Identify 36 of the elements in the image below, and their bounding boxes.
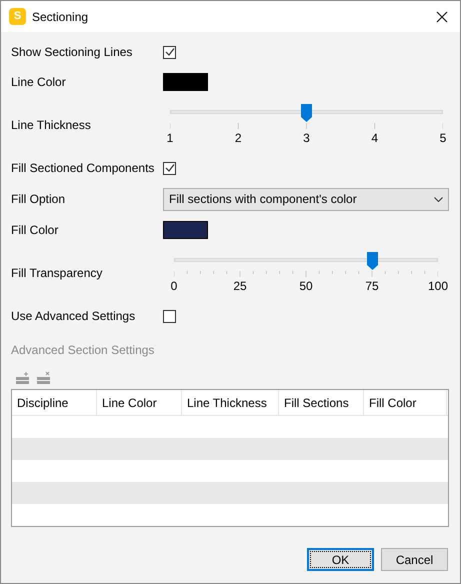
delete-row-icon[interactable] [36, 371, 52, 385]
window-title: Sectioning [32, 8, 88, 26]
setting-label: Fill Color [11, 222, 60, 239]
chevron-down-icon [434, 196, 443, 202]
setting-label: Use Advanced Settings [11, 308, 136, 325]
color-swatch[interactable] [163, 73, 208, 91]
fill-option-dropdown[interactable]: Fill sections with component's color [163, 188, 449, 210]
slider-thumb[interactable] [366, 252, 378, 270]
app-icon: S [9, 8, 26, 25]
checkbox[interactable] [163, 162, 176, 174]
setting-label: Fill Sectioned Components [11, 160, 156, 177]
add-row-icon[interactable] [15, 371, 31, 385]
close-icon[interactable] [436, 10, 448, 22]
tick-label: 1 [166, 131, 174, 145]
setting-label: Show Sectioning Lines [11, 44, 134, 61]
tick-label: 5 [440, 131, 446, 145]
tick-label: 3 [303, 131, 310, 145]
slider-thumb[interactable] [301, 104, 312, 122]
tick-label: 4 [371, 131, 378, 145]
checkbox[interactable] [163, 46, 176, 58]
tick-label: 25 [233, 279, 247, 293]
checkbox[interactable] [163, 310, 176, 322]
tick-label: 50 [299, 279, 313, 293]
tick-label: 100 [428, 279, 448, 293]
tick-label: 0 [170, 279, 178, 293]
color-swatch[interactable] [163, 221, 208, 239]
tick-label: 75 [365, 279, 379, 293]
setting-label: Fill Transparency [11, 265, 104, 282]
setting-label: Line Color [11, 74, 67, 91]
setting-label: Fill Option [11, 191, 66, 208]
ok-button[interactable]: OK [307, 548, 374, 571]
section-heading: Advanced Section Settings [11, 342, 156, 359]
setting-label: Line Thickness [11, 117, 92, 134]
cancel-button[interactable]: Cancel [381, 548, 448, 571]
dropdown-value: Fill sections with component's color [169, 191, 357, 208]
tick-label: 2 [234, 131, 242, 145]
